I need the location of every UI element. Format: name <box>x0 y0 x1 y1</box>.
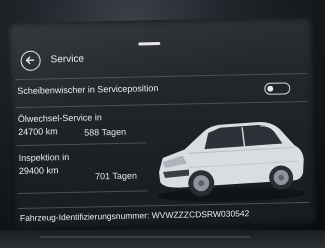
wiper-service-toggle[interactable] <box>264 82 291 95</box>
inspection-km: 29400 km <box>18 165 59 177</box>
oil-service-label: Ölwechsel-Service in <box>17 112 102 125</box>
page-title: Service <box>50 53 85 66</box>
vehicle-image <box>148 107 310 205</box>
inspection-days: 701 Tagen <box>94 170 138 182</box>
home-indicator <box>138 42 161 46</box>
oil-service-km: 24700 km <box>18 126 58 138</box>
dashboard-bezel <box>0 230 325 248</box>
inspection-divider <box>17 190 148 195</box>
header-divider <box>15 72 307 81</box>
photo-frame: Service Scheibenwischer in Servicepositi… <box>0 0 325 248</box>
inspection-label: Inspektion in <box>18 151 70 164</box>
toggle-knob <box>267 85 274 92</box>
oil-service-days: 588 Tagen <box>84 126 127 138</box>
bezel-trim <box>40 236 250 238</box>
oil-divider <box>16 142 147 147</box>
infotainment-screen: Service Scheibenwischer in Servicepositi… <box>7 16 318 232</box>
wiper-service-label: Scheibenwischer in Serviceposition <box>17 83 159 97</box>
back-button[interactable] <box>20 50 41 71</box>
vin-label: Fahrzeug-Identifizierungsnummer: WVWZZZC… <box>19 208 250 224</box>
